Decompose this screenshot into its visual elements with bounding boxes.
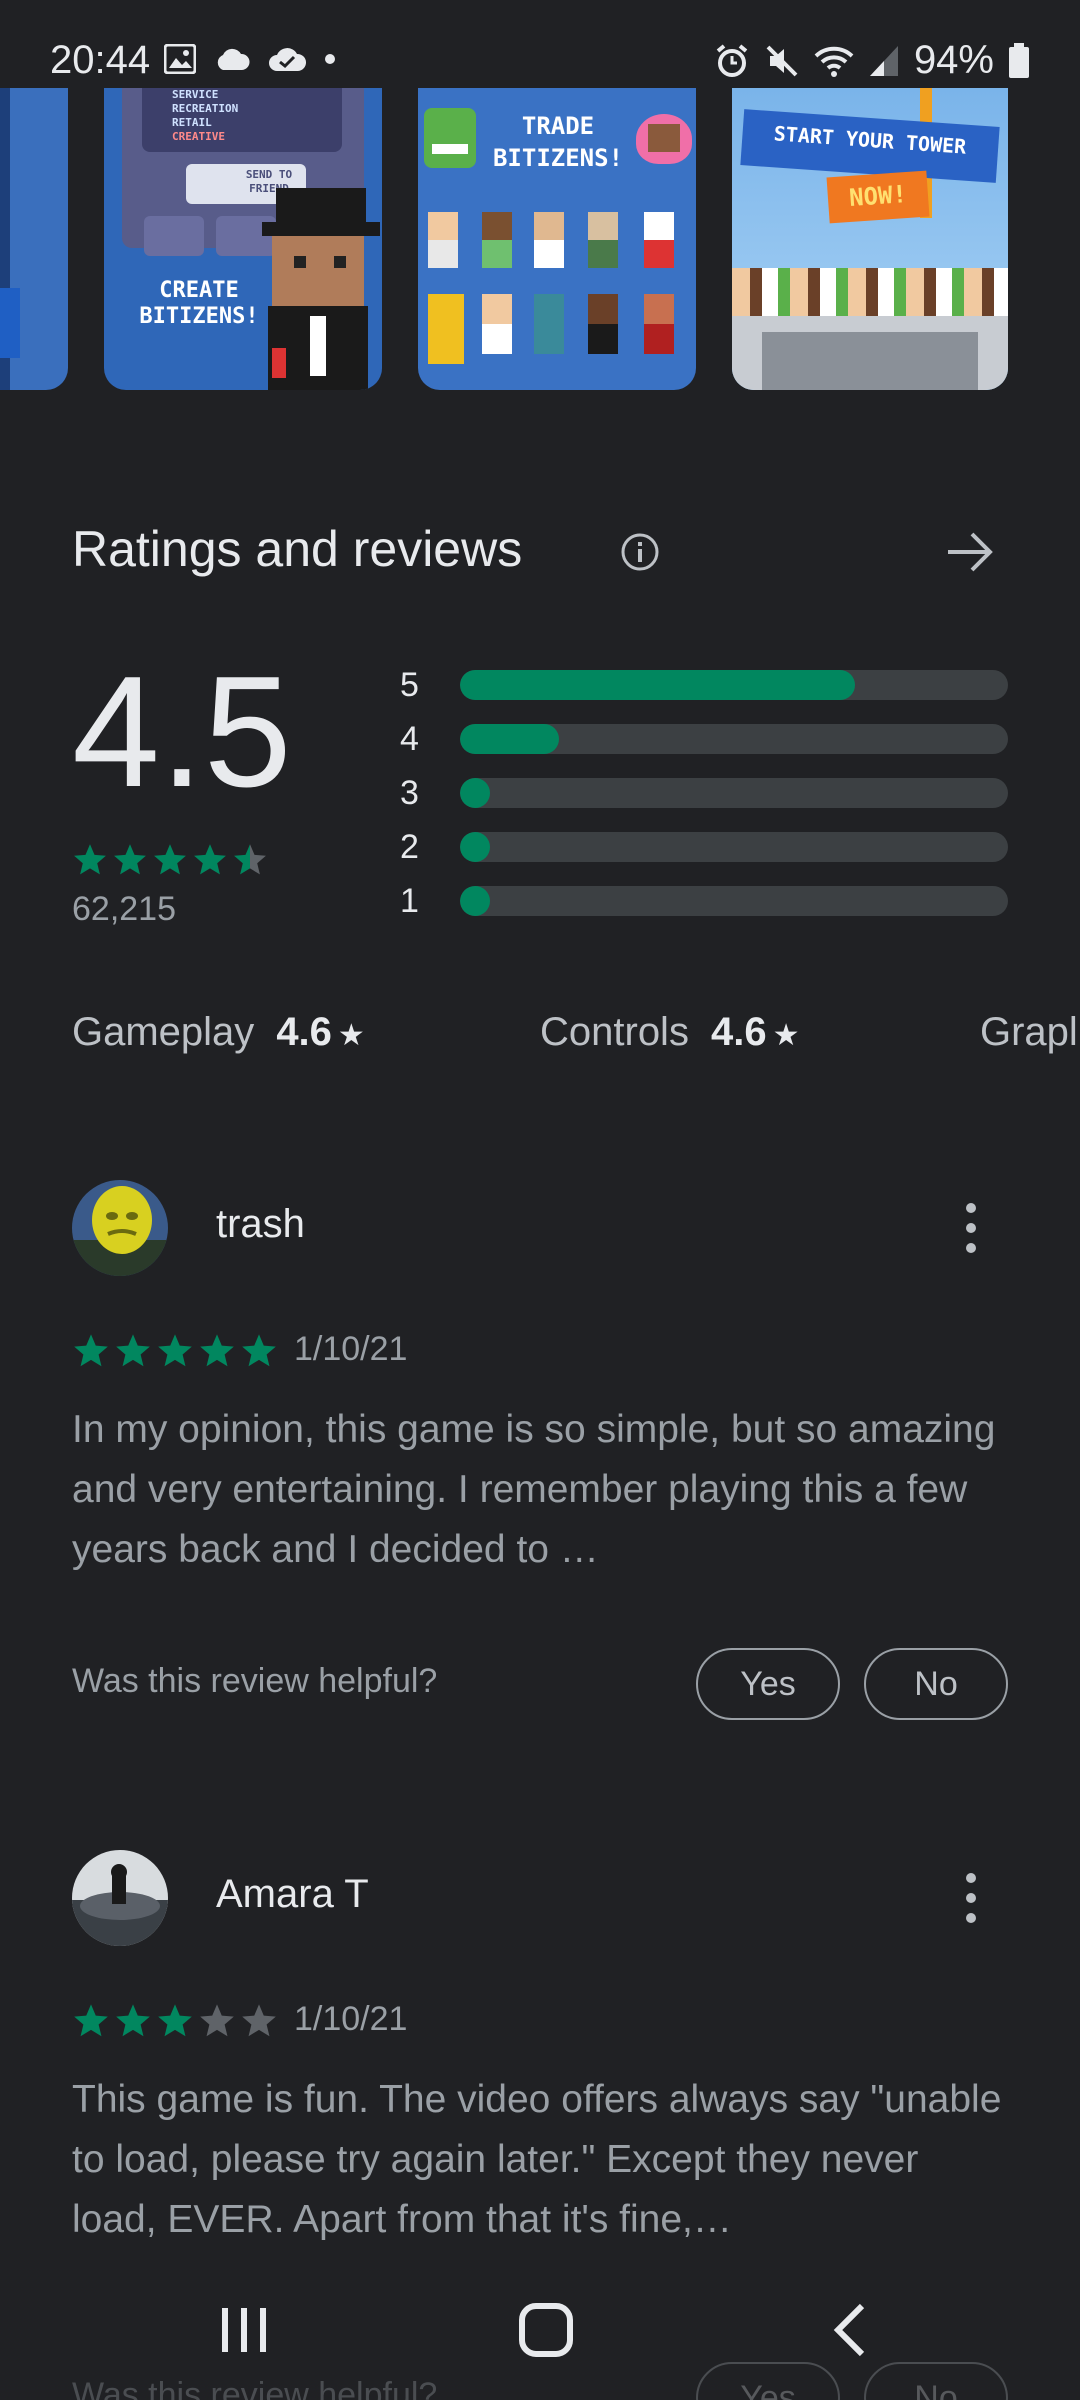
rating-bar-label: 2 <box>400 828 419 866</box>
review-stars <box>72 1332 278 1370</box>
wifi-icon <box>814 46 854 77</box>
attribute-rating[interactable]: Gameplay 4.6 ★ <box>72 1010 365 1055</box>
rating-bar-row: 1 <box>400 880 1010 934</box>
attribute-rating[interactable]: Grapl <box>980 1010 1078 1055</box>
cloud-check-icon <box>269 48 306 71</box>
reviewer-name: trash <box>216 1202 305 1246</box>
rating-bar-track <box>460 832 1008 862</box>
avatar <box>72 1180 168 1276</box>
avatar <box>72 1850 168 1946</box>
battery-icon <box>1009 42 1029 78</box>
reviewer-name: Amara T <box>216 1872 369 1916</box>
rating-bar-label: 1 <box>400 882 419 920</box>
cloud-icon <box>217 48 250 70</box>
signal-icon <box>869 45 898 76</box>
dot-icon <box>325 54 335 64</box>
rating-bar-label: 3 <box>400 774 419 812</box>
mute-icon <box>766 45 798 76</box>
attribute-name: Gameplay <box>72 1010 255 1054</box>
image-icon <box>164 44 196 74</box>
star-icon <box>158 1334 192 1367</box>
rating-distribution: 5 4 3 2 1 <box>400 664 1010 934</box>
star-icon <box>74 1334 108 1367</box>
star-icon <box>242 2004 276 2037</box>
star-icon <box>74 844 106 875</box>
rating-bar-row: 4 <box>400 718 1010 772</box>
info-icon[interactable] <box>620 532 660 572</box>
rating-bar-row: 2 <box>400 826 1010 880</box>
screenshot-2-stats: SERVICE RECREATION RETAIL CREATIVE <box>172 88 239 143</box>
screenshot-1-caption: NEWRS! <box>0 274 20 326</box>
rating-count: 62,215 <box>72 890 176 928</box>
rating-bar-track <box>460 724 1008 754</box>
star-icon <box>158 2004 192 2037</box>
review-text[interactable]: This game is fun. The video offers alway… <box>72 2070 1012 2250</box>
attribute-ratings[interactable]: Gameplay 4.6 ★ Controls 4.6 ★ Grapl <box>72 1010 1080 1060</box>
star-icon <box>194 844 226 875</box>
star-icon: ★ <box>772 1019 800 1052</box>
screenshot-carousel[interactable]: NEWRS! SERVICERECREATIONRETAILCREATIVE S… <box>0 88 1080 392</box>
screenshot-3[interactable]: TRADE BITIZENS! <box>418 88 696 390</box>
screenshot-4[interactable]: START YOUR TOWER NOW! <box>732 88 1008 390</box>
star-icon <box>116 2004 150 2037</box>
recents-icon[interactable] <box>214 2300 274 2360</box>
rating-bar-label: 5 <box>400 666 419 704</box>
star-icon <box>74 2004 108 2037</box>
attribute-name: Grapl <box>980 1010 1078 1054</box>
review-stars <box>72 2002 278 2040</box>
helpful-no-button[interactable]: No <box>864 1648 1008 1720</box>
helpful-yes-button[interactable]: Yes <box>696 1648 840 1720</box>
rating-bar-fill <box>460 724 559 754</box>
average-rating: 4.5 <box>72 644 292 820</box>
screenshot-2[interactable]: SERVICE RECREATION RETAIL CREATIVE SEND TO F… <box>104 88 382 390</box>
more-vert-icon[interactable] <box>956 1868 986 1928</box>
screenshot-3-bitizens-row-1 <box>418 212 696 282</box>
status-notification-icons <box>164 44 336 74</box>
rating-bar-fill <box>460 886 490 916</box>
battery-percent: 94% <box>913 38 994 82</box>
arrow-right-icon[interactable] <box>944 526 996 578</box>
attribute-value: 4.6 <box>710 1010 767 1054</box>
back-icon[interactable] <box>820 2300 880 2360</box>
star-icon <box>116 1334 150 1367</box>
rating-bar-track <box>460 778 1008 808</box>
screenshot-3-caption: TRADE BITIZENS! <box>492 112 624 172</box>
screenshot-3-bitizens-row-2 <box>418 294 696 374</box>
rating-bar-label: 4 <box>400 720 419 758</box>
star-icon: ★ <box>337 1019 365 1052</box>
rating-bar-track <box>460 886 1008 916</box>
attribute-name: Controls <box>540 1010 689 1054</box>
system-nav-bar <box>0 2270 1080 2400</box>
star-icon <box>114 844 146 875</box>
status-time: 20:44 <box>50 38 151 82</box>
rating-bar-row: 5 <box>400 664 1010 718</box>
helpful-prompt: Was this review helpful? <box>72 1662 438 1700</box>
attribute-value: 4.6 <box>276 1010 332 1054</box>
home-icon[interactable] <box>516 2300 576 2360</box>
star-icon <box>234 844 266 875</box>
status-bar: 20:44 94% <box>0 0 1080 88</box>
star-icon <box>200 1334 234 1367</box>
rating-bar-track <box>460 670 1008 700</box>
star-icon <box>242 1334 276 1367</box>
review-date: 1/10/21 <box>294 1330 408 1368</box>
screenshot-1[interactable]: NEWRS! <box>0 88 68 390</box>
rating-bar-row: 3 <box>400 772 1010 826</box>
attribute-rating[interactable]: Controls 4.6 ★ <box>540 1010 799 1055</box>
alarm-icon <box>716 43 748 77</box>
rating-bar-fill <box>460 778 490 808</box>
review-date: 1/10/21 <box>294 2000 408 2038</box>
rating-bar-fill <box>460 832 490 862</box>
screenshot-2-caption: CREATE BITIZENS! <box>139 278 259 329</box>
ratings-title: Ratings and reviews <box>72 521 523 577</box>
rating-bar-fill <box>460 670 855 700</box>
status-system-icons: 94% <box>714 38 1030 83</box>
average-stars <box>72 842 268 878</box>
more-vert-icon[interactable] <box>956 1198 986 1258</box>
star-icon <box>200 2004 234 2037</box>
star-icon <box>154 844 186 875</box>
review-text[interactable]: In my opinion, this game is so simple, b… <box>72 1400 1012 1580</box>
